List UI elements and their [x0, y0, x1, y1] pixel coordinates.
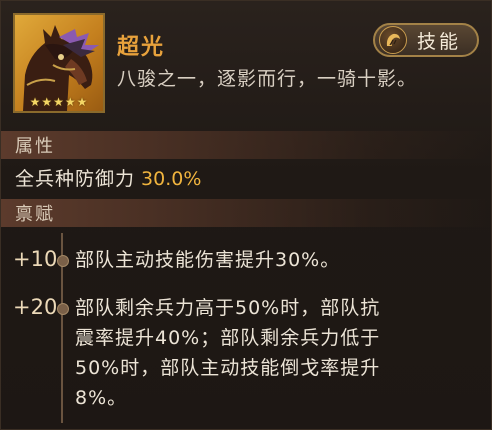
talent-effect-2-line-2: 震率提升40%；部队剩余兵力低于: [75, 327, 381, 349]
attribute-row: 全兵种防御力 30.0%: [15, 164, 201, 191]
talents-header: 禀赋: [1, 199, 492, 227]
talent-effect-2-line-3: 50%时，部队主动技能倒戈率提升: [75, 357, 381, 379]
talent-effect-1-line-1: 部队主动技能伤害提升30%。: [75, 249, 341, 271]
skill-button[interactable]: 技能: [373, 23, 479, 57]
talents-header-label: 禀赋: [15, 204, 55, 225]
talent-effect-2-line-4: 8%。: [75, 387, 128, 409]
horse-description: 八骏之一，逐影而行，一骑十影。: [117, 68, 418, 90]
skill-button-label: 技能: [417, 30, 462, 53]
horseshoe-wing-icon: [379, 26, 407, 54]
horse-detail-panel: ★★★★★ 超光 技能 八骏之一，逐影而行，一骑十影。 属性 全兵种防御力 30.…: [0, 0, 492, 430]
talent-node-2: [57, 303, 69, 315]
talent-level-2: +20: [13, 295, 58, 319]
talent-effect-2-line-1: 部队剩余兵力高于50%时，部队抗: [75, 297, 381, 319]
talent-node-1: [57, 255, 69, 267]
horse-name: 超光: [117, 35, 166, 60]
talent-effect-2: 部队剩余兵力高于50%时，部队抗 震率提升40%；部队剩余兵力低于 50%时，部…: [75, 293, 380, 413]
attributes-header-label: 属性: [15, 136, 55, 157]
attribute-value: 30.0%: [141, 168, 202, 190]
attribute-label: 全兵种防御力: [15, 168, 136, 190]
attributes-header: 属性: [1, 131, 492, 159]
rarity-stars: ★★★★★: [29, 95, 89, 109]
talent-level-1: +10: [13, 247, 58, 271]
horse-portrait[interactable]: ★★★★★: [13, 13, 105, 113]
talent-effect-1: 部队主动技能伤害提升30%。: [75, 245, 340, 275]
